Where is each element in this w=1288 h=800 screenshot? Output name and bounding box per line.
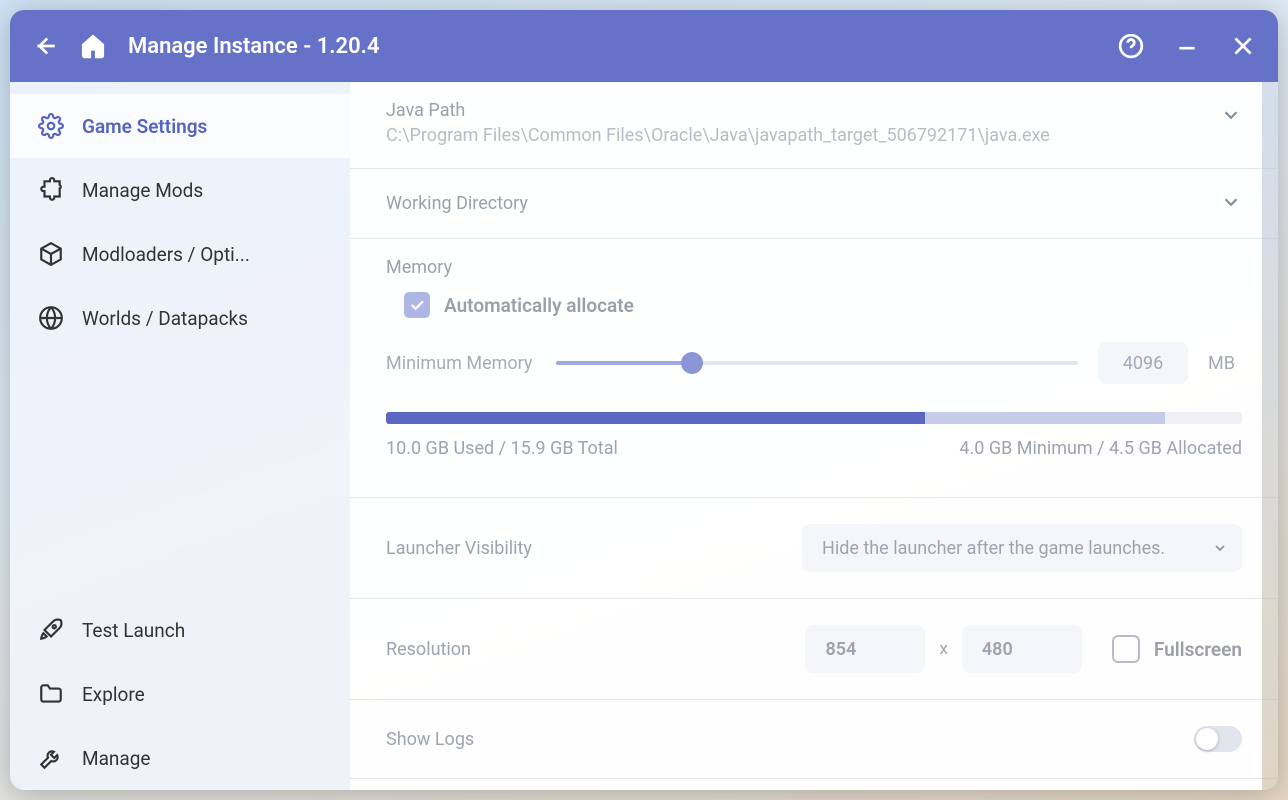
memory-title: Memory	[386, 257, 1242, 278]
memory-section: Memory Automatically allocate Minimum Me…	[350, 239, 1278, 498]
fullscreen-label: Fullscreen	[1154, 638, 1242, 661]
sidebar-item-modloaders[interactable]: Modloaders / Opti...	[10, 222, 350, 286]
resolution-separator: x	[939, 639, 947, 659]
sidebar-item-label: Test Launch	[82, 619, 185, 642]
sidebar-item-label: Manage Mods	[82, 179, 203, 202]
sidebar-item-label: Explore	[82, 683, 145, 706]
show-logs-row: Show Logs	[350, 700, 1278, 779]
wrench-icon	[38, 745, 64, 771]
chevron-down-icon	[1220, 104, 1242, 126]
sidebar-item-label: Manage	[82, 747, 151, 770]
globe-icon	[38, 305, 64, 331]
show-logs-toggle[interactable]	[1194, 726, 1242, 752]
window-title: Manage Instance - 1.20.4	[128, 34, 380, 59]
launcher-visibility-value: Hide the launcher after the game launche…	[822, 538, 1165, 559]
process-priority-row: Process Priority Normal	[350, 779, 1278, 790]
auto-allocate-checkbox[interactable]	[404, 292, 430, 318]
gear-icon	[38, 113, 64, 139]
sidebar-item-test-launch[interactable]: Test Launch	[10, 598, 350, 662]
launcher-visibility-dropdown[interactable]: Hide the launcher after the game launche…	[802, 524, 1242, 572]
minimum-memory-label: Minimum Memory	[386, 353, 536, 374]
show-logs-label: Show Logs	[386, 729, 474, 750]
minimum-memory-row: Minimum Memory 4096 MB	[386, 342, 1242, 384]
puzzle-icon	[38, 177, 64, 203]
launcher-visibility-row: Launcher Visibility Hide the launcher af…	[350, 498, 1278, 599]
close-button[interactable]	[1230, 33, 1256, 59]
launcher-visibility-label: Launcher Visibility	[386, 538, 532, 559]
sidebar-item-label: Worlds / Datapacks	[82, 307, 248, 330]
auto-allocate-row[interactable]: Automatically allocate	[404, 292, 1242, 318]
cube-icon	[38, 241, 64, 267]
sidebar-item-label: Game Settings	[82, 115, 207, 138]
sidebar: Game Settings Manage Mods Modloaders / O…	[10, 82, 350, 790]
resolution-height-input[interactable]: 480	[962, 625, 1082, 673]
minimize-button[interactable]	[1174, 33, 1200, 59]
auto-allocate-label: Automatically allocate	[444, 294, 634, 317]
working-directory-section[interactable]: Working Directory	[350, 169, 1278, 239]
app-window: Manage Instance - 1.20.4 Game Settings	[10, 10, 1278, 790]
titlebar: Manage Instance - 1.20.4	[10, 10, 1278, 82]
memory-usage-bar	[386, 412, 1242, 424]
minimum-memory-value[interactable]: 4096	[1098, 342, 1188, 384]
memory-unit: MB	[1208, 353, 1242, 374]
resolution-width-input[interactable]: 854	[805, 625, 925, 673]
resolution-row: Resolution 854 x 480 Fullscreen	[350, 599, 1278, 700]
sidebar-item-label: Modloaders / Opti...	[82, 243, 250, 266]
help-button[interactable]	[1118, 33, 1144, 59]
chevron-down-icon	[1220, 191, 1242, 213]
memory-used-text: 10.0 GB Used / 15.9 GB Total	[386, 438, 618, 459]
java-path-value: C:\Program Files\Common Files\Oracle\Jav…	[386, 125, 1242, 146]
sidebar-item-manage[interactable]: Manage	[10, 726, 350, 790]
resolution-label: Resolution	[386, 639, 471, 660]
folder-icon	[38, 681, 64, 707]
background-strip	[1262, 82, 1278, 790]
memory-alloc-text: 4.0 GB Minimum / 4.5 GB Allocated	[959, 438, 1242, 459]
java-path-section[interactable]: Java Path C:\Program Files\Common Files\…	[350, 82, 1278, 169]
home-button[interactable]	[80, 33, 106, 59]
sidebar-item-worlds[interactable]: Worlds / Datapacks	[10, 286, 350, 350]
content-panel: Java Path C:\Program Files\Common Files\…	[350, 82, 1278, 790]
sidebar-item-explore[interactable]: Explore	[10, 662, 350, 726]
minimum-memory-slider[interactable]	[556, 352, 1078, 374]
sidebar-item-manage-mods[interactable]: Manage Mods	[10, 158, 350, 222]
java-path-title: Java Path	[386, 100, 1242, 121]
fullscreen-checkbox[interactable]	[1112, 635, 1140, 663]
working-directory-title: Working Directory	[386, 193, 1242, 214]
rocket-icon	[38, 617, 64, 643]
sidebar-item-game-settings[interactable]: Game Settings	[10, 94, 350, 158]
back-button[interactable]	[32, 33, 58, 59]
caret-down-icon	[1212, 540, 1228, 556]
